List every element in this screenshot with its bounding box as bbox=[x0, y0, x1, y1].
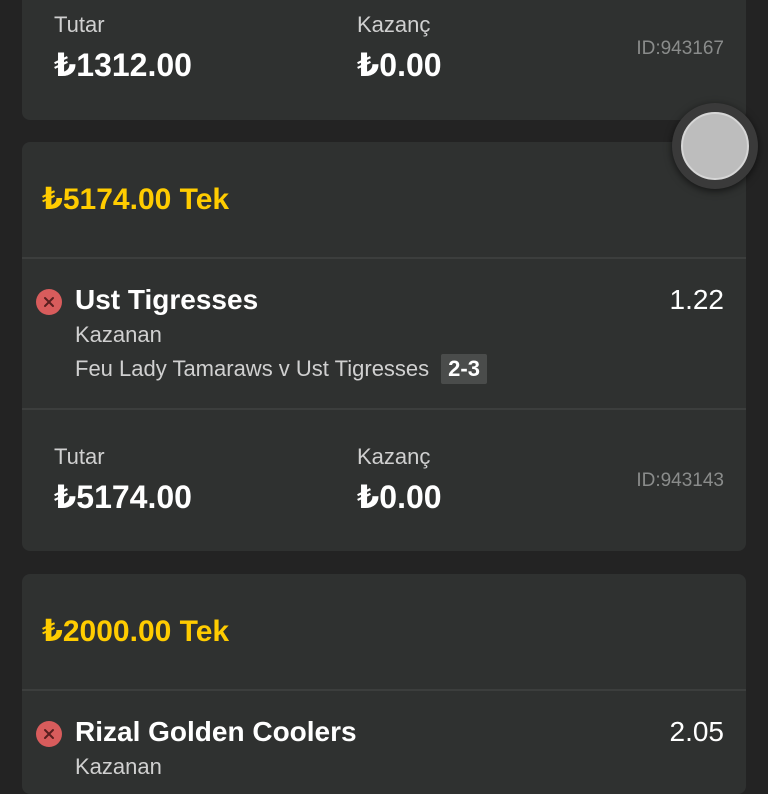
bet-id: ID:943167 bbox=[636, 38, 724, 59]
selection-market: Kazanan bbox=[75, 322, 162, 347]
amount-value: ₺5174.00 bbox=[54, 479, 192, 515]
stake-title: ₺2000.00 Tek bbox=[42, 615, 230, 648]
event-name: Feu Lady Tamaraws v Ust Tigresses bbox=[75, 356, 430, 381]
selection-event: Feu Lady Tamaraws v Ust Tigresses 2-3 bbox=[75, 354, 487, 384]
score-badge: 2-3 bbox=[441, 354, 487, 384]
lost-x-icon bbox=[36, 289, 62, 315]
floating-button-inner bbox=[681, 112, 749, 180]
selection-odds: 1.22 bbox=[669, 284, 725, 315]
selection-name: Ust Tigresses bbox=[75, 284, 259, 315]
bet-card-943143[interactable]: ₺5174.00 Tek Ust Tigresses 1.22 Kazanan … bbox=[22, 142, 746, 551]
stake-title: ₺5174.00 Tek bbox=[42, 183, 230, 216]
bet-card-2000[interactable]: ₺2000.00 Tek Rizal Golden Coolers 2.05 K… bbox=[22, 574, 746, 794]
divider bbox=[22, 689, 746, 691]
win-label: Kazanç bbox=[357, 12, 431, 37]
win-value: ₺0.00 bbox=[357, 479, 442, 515]
divider bbox=[22, 408, 746, 410]
amount-label: Tutar bbox=[54, 444, 105, 469]
bet-card-943167: Tutar ₺1312.00 Kazanç ₺0.00 ID:943167 bbox=[22, 0, 746, 120]
bet-id: ID:943143 bbox=[636, 470, 724, 491]
selection-market: Kazanan bbox=[75, 754, 162, 779]
divider bbox=[22, 257, 746, 259]
amount-value: ₺1312.00 bbox=[54, 47, 192, 83]
win-label: Kazanç bbox=[357, 444, 431, 469]
selection-name: Rizal Golden Coolers bbox=[75, 716, 357, 747]
selection-odds: 2.05 bbox=[669, 716, 725, 747]
lost-x-icon bbox=[36, 721, 62, 747]
win-value: ₺0.00 bbox=[357, 47, 442, 83]
floating-circle-button[interactable] bbox=[672, 103, 758, 189]
amount-label: Tutar bbox=[54, 12, 105, 37]
